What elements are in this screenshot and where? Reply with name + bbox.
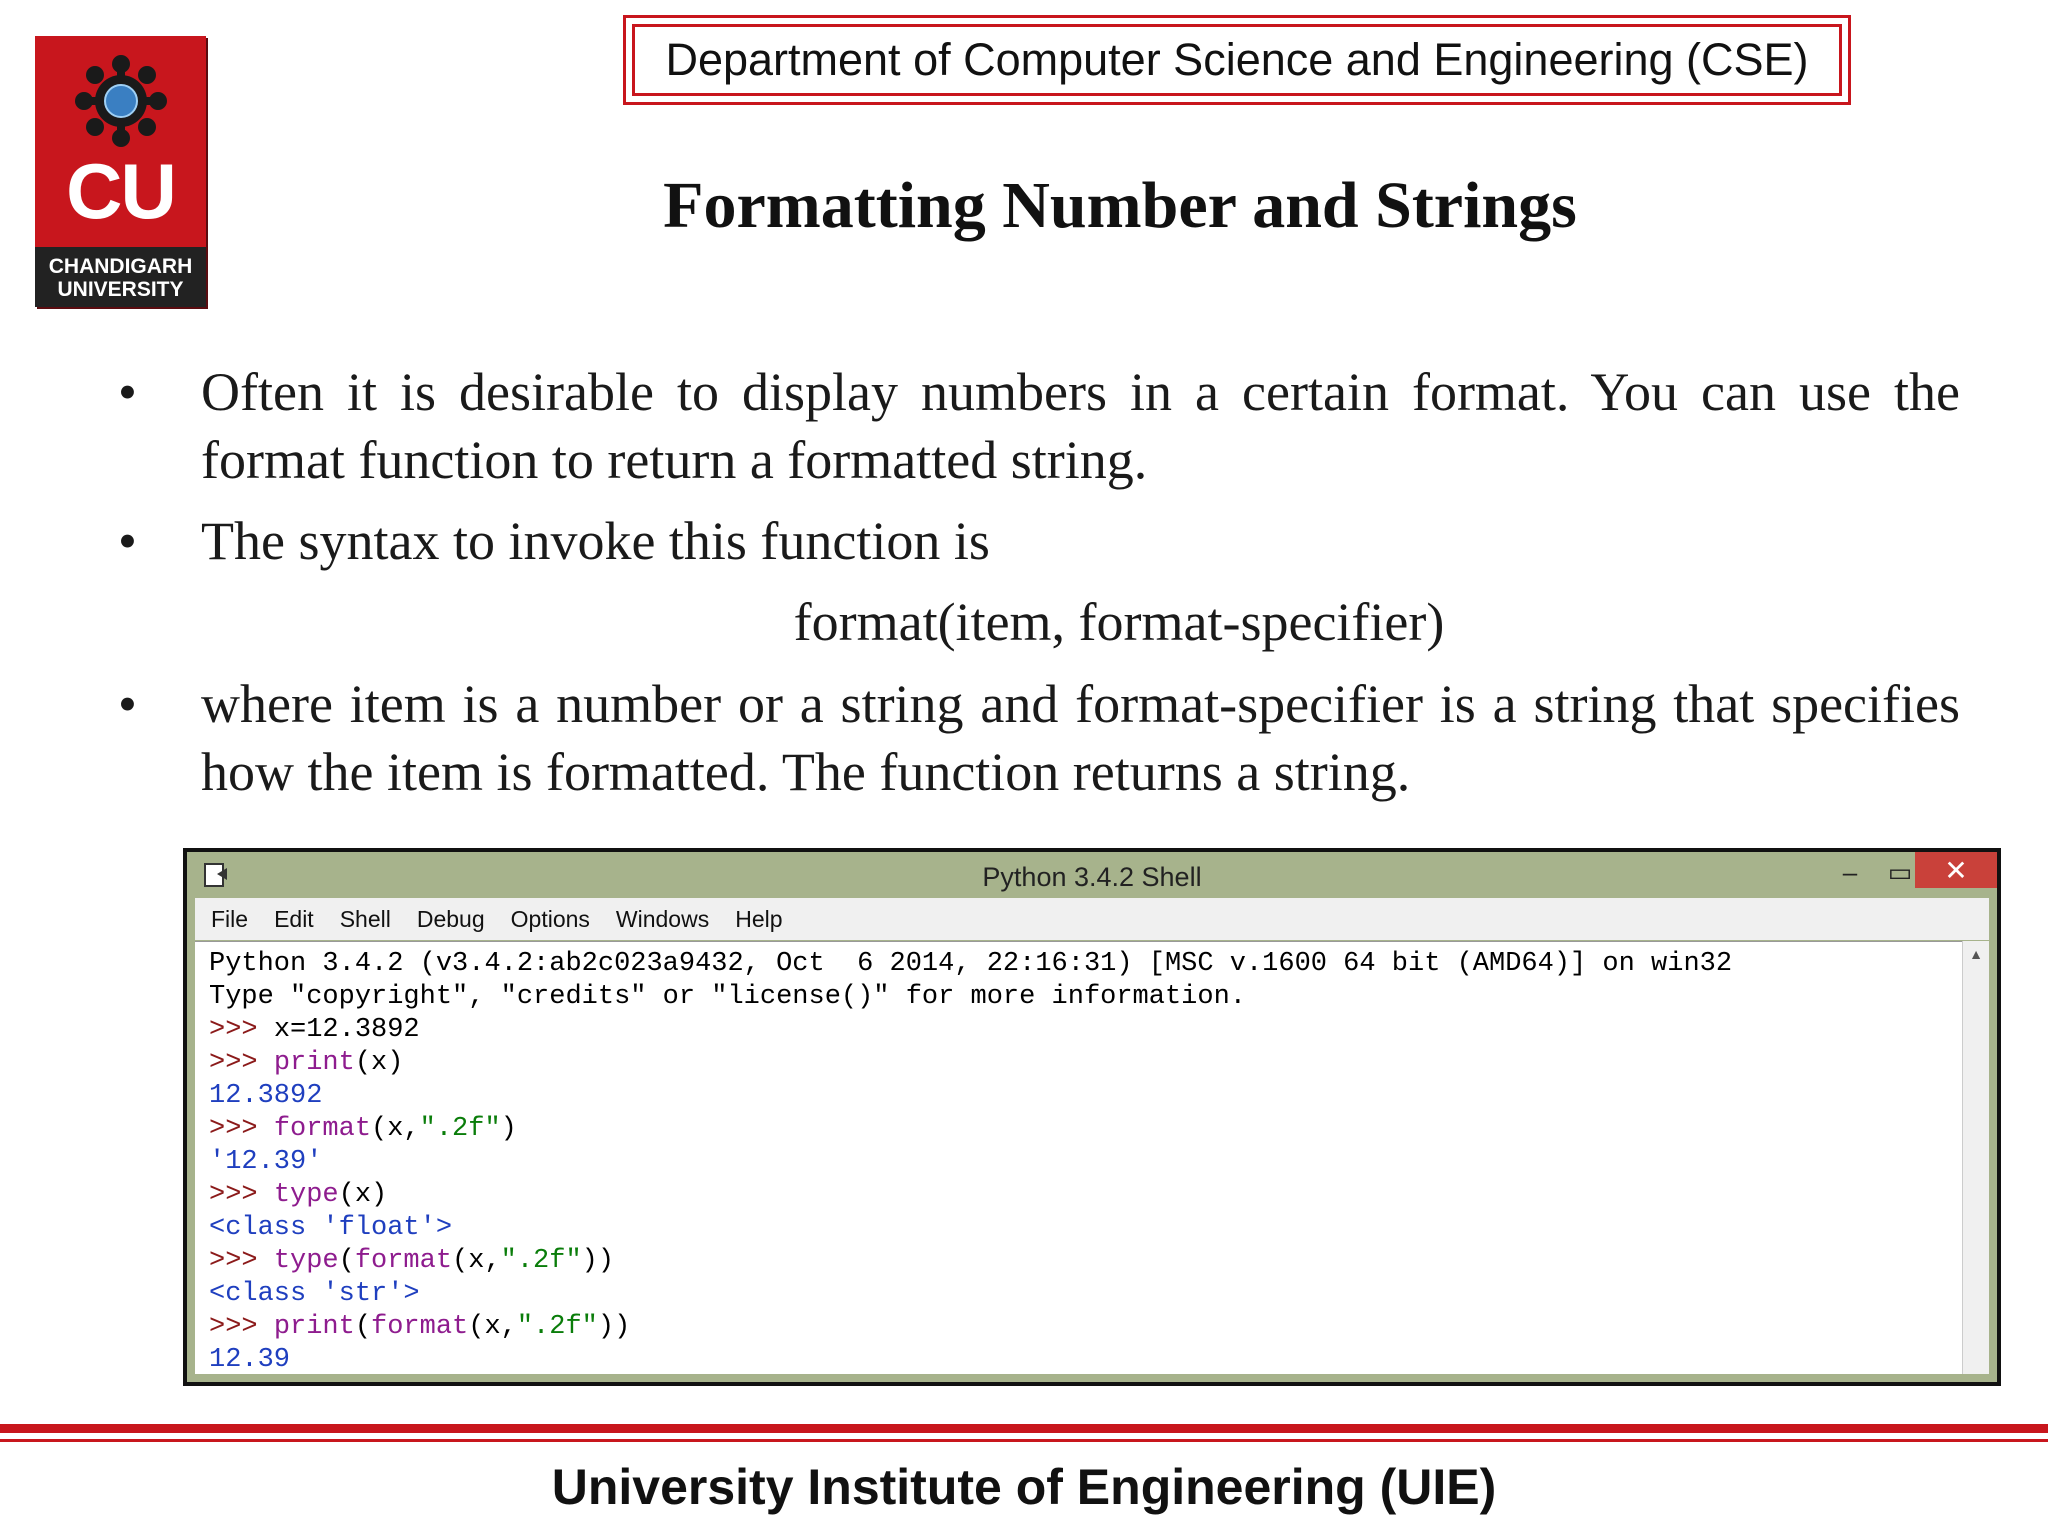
console-line: >>> type(format(x,".2f")): [209, 1245, 1963, 1278]
department-text: Department of Computer Science and Engin…: [632, 24, 1842, 96]
university-logo: CU CHANDIGARH UNIVERSITY: [35, 36, 206, 307]
prompt: >>>: [209, 1246, 274, 1276]
input-code: (x,: [371, 1114, 420, 1144]
prompt: >>>: [209, 1180, 274, 1210]
banner-line: Python 3.4.2 (v3.4.2:ab2c023a9432, Oct 6…: [209, 949, 1733, 979]
string-literal: ".2f": [500, 1246, 582, 1276]
menu-file[interactable]: File: [211, 906, 248, 933]
input-code: (x): [338, 1180, 388, 1210]
menu-debug[interactable]: Debug: [417, 906, 485, 933]
logo-university-name: CHANDIGARH UNIVERSITY: [35, 247, 206, 307]
console-line: >>> print(format(x,".2f")): [209, 1311, 1963, 1344]
window-title: Python 3.4.2 Shell: [982, 862, 1202, 892]
console-line: '12.39': [209, 1146, 1963, 1179]
console-line: >>> type(x): [209, 1179, 1963, 1212]
console-line: <class 'str'>: [209, 1278, 1963, 1311]
input-code: x=12.3892: [273, 1015, 420, 1045]
input-code: )): [597, 1312, 631, 1342]
console-line: >>> print(x): [209, 1047, 1963, 1080]
console-line: <class 'float'>: [209, 1212, 1963, 1245]
input-code: )): [581, 1246, 615, 1276]
console-line: Python 3.4.2 (v3.4.2:ab2c023a9432, Oct 6…: [209, 948, 1963, 981]
input-code: (: [338, 1246, 355, 1276]
console-line: 12.3892: [209, 1080, 1963, 1113]
output-value: 12.3892: [209, 1081, 323, 1111]
window-titlebar[interactable]: Python 3.4.2 Shell – ▭ ✕: [187, 852, 1997, 898]
prompt: >>>: [209, 1114, 274, 1144]
logo-name-line1: CHANDIGARH: [48, 255, 193, 278]
slide-title: Formatting Number and Strings: [663, 169, 1577, 242]
console-line: >>> format(x,".2f"): [209, 1113, 1963, 1146]
logo-name-line2: UNIVERSITY: [57, 278, 184, 301]
input-code: (: [354, 1312, 372, 1342]
prompt: >>>: [209, 1015, 274, 1045]
menu-options[interactable]: Options: [511, 906, 590, 933]
output-value: <class 'float'>: [209, 1213, 453, 1243]
close-button[interactable]: ✕: [1915, 852, 1997, 888]
string-literal: ".2f": [419, 1114, 501, 1144]
menu-edit[interactable]: Edit: [274, 906, 314, 933]
console-line: >>> x=12.3892: [209, 1014, 1963, 1047]
prompt: >>>: [209, 1312, 274, 1342]
minimize-button[interactable]: –: [1827, 854, 1873, 890]
prompt: >>>: [209, 1048, 274, 1078]
footer-institute: University Institute of Engineering (UIE…: [551, 1459, 1497, 1515]
menu-windows[interactable]: Windows: [616, 906, 709, 933]
output-value: <class 'str'>: [209, 1279, 420, 1309]
console-line: 12.39: [209, 1344, 1963, 1374]
string-literal: ".2f": [516, 1312, 598, 1342]
footer-divider-thin: [0, 1439, 2048, 1442]
python-shell-window: Python 3.4.2 Shell – ▭ ✕ File Edit Shell…: [183, 848, 2001, 1386]
bullet-item: The syntax to invoke this function is: [118, 507, 1960, 575]
footer-divider-thick: [0, 1424, 2048, 1433]
input-code: (x): [354, 1048, 404, 1078]
logo-abbreviation: CU: [66, 147, 177, 235]
input-code: (x,: [468, 1312, 517, 1342]
menu-help[interactable]: Help: [735, 906, 782, 933]
output-value: 12.39: [209, 1345, 291, 1374]
emblem-icon: [74, 55, 167, 147]
input-code: (x,: [452, 1246, 501, 1276]
console-line: Type "copyright", "credits" or "license(…: [209, 981, 1963, 1014]
bullet-item: where item is a number or a string and f…: [118, 670, 1960, 806]
builtin-name: format: [371, 1312, 469, 1342]
builtin-name: print: [273, 1048, 355, 1078]
builtin-name: format: [354, 1246, 453, 1276]
scroll-up-arrow-icon[interactable]: ▲: [1966, 945, 1986, 963]
menu-bar: File Edit Shell Debug Options Windows He…: [195, 898, 1989, 940]
vertical-scrollbar[interactable]: ▲: [1962, 941, 1989, 1374]
syntax-line: format(item, format-specifier): [793, 592, 1445, 652]
output-value: '12.39': [209, 1147, 323, 1177]
banner-line: Type "copyright", "credits" or "license(…: [209, 982, 1246, 1012]
department-banner: Department of Computer Science and Engin…: [623, 15, 1851, 105]
builtin-name: type: [273, 1246, 339, 1276]
bullet-item: Often it is desirable to display numbers…: [118, 358, 1960, 494]
builtin-name: type: [273, 1180, 339, 1210]
builtin-name: print: [273, 1312, 355, 1342]
input-code: ): [500, 1114, 517, 1144]
shell-console[interactable]: Python 3.4.2 (v3.4.2:ab2c023a9432, Oct 6…: [195, 941, 1963, 1374]
menu-shell[interactable]: Shell: [340, 906, 391, 933]
builtin-name: format: [273, 1114, 372, 1144]
bullet-list: Often it is desirable to display numbers…: [118, 358, 1960, 806]
